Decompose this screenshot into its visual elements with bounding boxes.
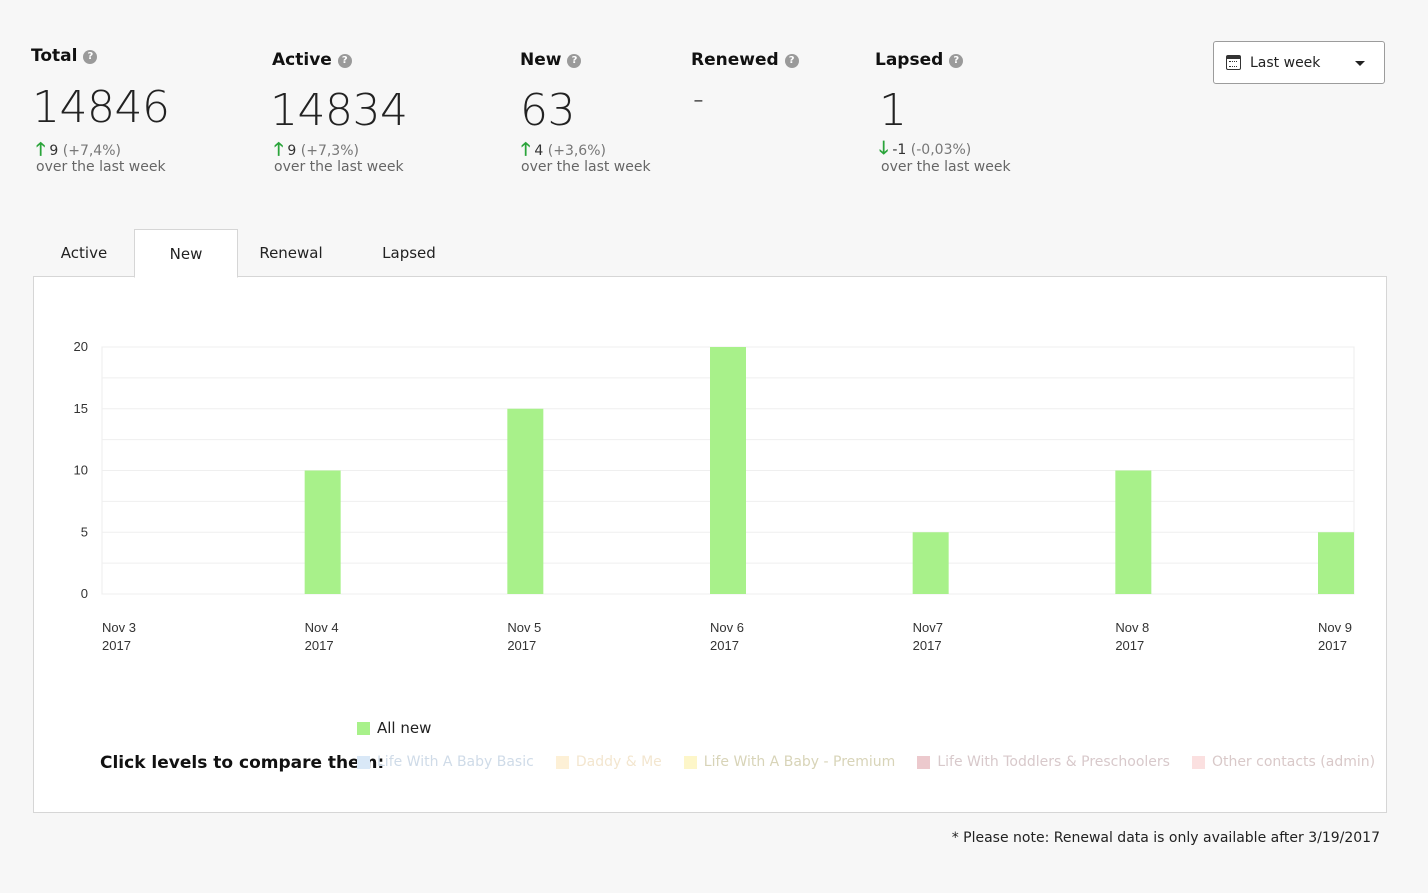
stat-value-lapsed: 1 <box>879 85 907 136</box>
chart-legend[interactable]: All new <box>357 719 431 737</box>
calendar-icon <box>1226 55 1241 70</box>
stat-title-total: Total? <box>31 46 98 66</box>
level-label: Daddy & Me <box>575 754 662 770</box>
tab-new[interactable]: New <box>134 229 238 278</box>
stat-change-pct: (-0,03%) <box>910 142 972 158</box>
legend-swatch-all-new <box>357 721 370 735</box>
stat-title-active: Active? <box>272 50 352 70</box>
stat-change-value: 9 <box>49 143 59 159</box>
stat-change-pct: (+7,4%) <box>62 143 121 159</box>
arrow-up-icon: 🡑 <box>274 139 284 160</box>
level-item-life-with-a-baby-premium[interactable]: Life With A Baby - Premium <box>683 754 896 770</box>
chart-panel: 0 5 10 15 20 Nov 3 2017 Nov 4 2017 Nov 5 2017 Nov 6… <box>33 276 1387 813</box>
arrow-up-icon: 🡑 <box>521 139 531 160</box>
y-tick-label: 0 <box>81 586 88 601</box>
help-icon[interactable]: ? <box>567 54 582 68</box>
level-item-other-contacts-admin[interactable]: Other contacts (admin) <box>1191 754 1376 770</box>
stat-value-renewed: - <box>693 82 704 117</box>
help-icon[interactable]: ? <box>337 54 352 68</box>
stat-title-active-label: Active <box>272 50 332 70</box>
stat-change-pct: (+3,6%) <box>547 143 606 159</box>
x-tick-label: Nov 4 <box>305 620 339 635</box>
x-tick-label: Nov 6 <box>710 620 744 635</box>
level-swatch <box>357 755 370 769</box>
compare-levels-label: Click levels to compare them: <box>100 753 385 773</box>
tab-active[interactable]: Active <box>34 229 134 277</box>
tab-renewal[interactable]: Renewal <box>238 229 344 277</box>
chart-bar <box>1318 532 1354 594</box>
x-tick-label: Nov7 <box>913 620 943 635</box>
stat-title-total-label: Total <box>31 46 78 66</box>
level-swatch <box>1191 755 1205 769</box>
stat-note-total: over the last week <box>36 159 166 175</box>
legend-label-all-new: All new <box>377 719 432 737</box>
stat-title-renewed-label: Renewed <box>691 50 779 70</box>
level-label: Life With A Baby Basic <box>377 754 534 770</box>
renewal-footnote: * Please note: Renewal data is only avai… <box>951 830 1380 846</box>
stat-change-value: -1 <box>892 142 907 158</box>
chart-bar <box>507 408 544 594</box>
chart-bar <box>912 532 949 594</box>
tab-lapsed[interactable]: Lapsed <box>364 229 454 277</box>
x-tick-label: Nov 3 <box>102 620 136 635</box>
help-icon[interactable]: ? <box>784 54 799 68</box>
y-tick-label: 20 <box>74 339 88 354</box>
chart-bar <box>710 347 746 594</box>
help-icon[interactable]: ? <box>83 50 98 64</box>
stat-value-total: 14846 <box>32 82 170 133</box>
stat-title-new-label: New <box>520 50 562 70</box>
stat-note-new: over the last week <box>521 159 651 175</box>
bar-chart: 0 5 10 15 20 Nov 3 2017 Nov 4 2017 Nov 5 2017 Nov 6… <box>74 339 1355 653</box>
stat-change-pct: (+7,3%) <box>300 143 359 159</box>
x-tick-label: 2017 <box>305 638 334 653</box>
help-icon[interactable]: ? <box>949 54 964 68</box>
level-item-life-with-a-baby-basic[interactable]: Life With A Baby Basic <box>357 754 534 770</box>
stat-title-new: New? <box>520 50 582 70</box>
x-tick-label: 2017 <box>1115 638 1144 653</box>
level-item-life-with-toddlers-preschoolers[interactable]: Life With Toddlers & Preschoolers <box>917 754 1170 770</box>
x-tick-label: 2017 <box>102 638 131 653</box>
level-swatch <box>555 755 569 769</box>
date-range-select[interactable]: Last week <box>1213 41 1385 84</box>
y-tick-label: 10 <box>74 463 88 478</box>
stat-title-lapsed: Lapsed? <box>875 50 964 70</box>
chevron-down-icon <box>1355 61 1365 66</box>
arrow-up-icon: 🡑 <box>36 139 46 160</box>
x-tick-label: Nov 9 <box>1318 620 1352 635</box>
x-tick-label: 2017 <box>1318 638 1347 653</box>
chart-bar <box>304 470 341 594</box>
stat-change-value: 4 <box>534 143 544 159</box>
stat-note-lapsed: over the last week <box>881 159 1011 175</box>
stat-value-active: 14834 <box>270 85 408 136</box>
level-swatch <box>683 755 697 769</box>
x-tick-label: Nov 8 <box>1115 620 1149 635</box>
y-tick-label: 15 <box>74 401 88 416</box>
x-tick-label: 2017 <box>913 638 942 653</box>
x-tick-label: 2017 <box>507 638 536 653</box>
level-label: Life With A Baby - Premium <box>703 754 896 770</box>
date-range-label: Last week <box>1250 54 1321 71</box>
level-label: Life With Toddlers & Preschoolers <box>937 754 1170 770</box>
level-swatch <box>917 755 931 769</box>
stat-title-lapsed-label: Lapsed <box>875 50 944 70</box>
arrow-down-icon: 🡓 <box>879 138 889 159</box>
level-item-daddy-and-me[interactable]: Daddy & Me <box>555 754 662 770</box>
compare-levels-list: Life With A Baby Basic Daddy & Me Life W… <box>357 754 1397 770</box>
stat-note-active: over the last week <box>274 159 404 175</box>
x-tick-label: Nov 5 <box>507 620 541 635</box>
x-tick-label: 2017 <box>710 638 739 653</box>
y-tick-label: 5 <box>81 524 88 539</box>
stat-value-new: 63 <box>520 85 576 136</box>
stat-title-renewed: Renewed? <box>691 50 799 70</box>
level-label: Other contacts (admin) <box>1211 754 1376 770</box>
chart-bar <box>1115 470 1152 594</box>
stat-change-value: 9 <box>287 143 297 159</box>
